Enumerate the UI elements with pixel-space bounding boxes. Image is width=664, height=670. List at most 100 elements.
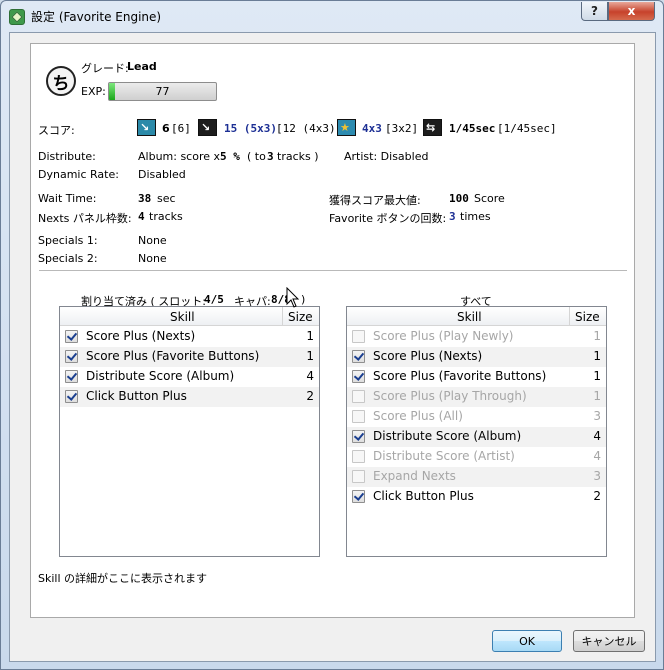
distribute-album-mid: ( to [247,150,266,163]
skill-checkbox [352,450,365,463]
score-favorite-value: 15 (5x3) [224,122,277,135]
dynamic-rate-value: Disabled [138,168,186,181]
skill-size: 1 [593,329,601,343]
skill-checkbox [352,410,365,423]
skill-row[interactable]: Distribute Score (Album) 4 [60,367,319,387]
favorite-count-value: 3 [449,210,456,223]
all-col-size[interactable]: Size [575,310,600,324]
skill-name: Distribute Score (Artist) [373,449,515,463]
skill-name: Score Plus (All) [373,409,463,423]
skill-size: 3 [593,409,601,423]
skill-name: Score Plus (Favorite Buttons) [86,349,260,363]
distribute-album-prefix: Album: score x [138,150,221,163]
distribute-label: Distribute: [38,150,96,163]
skill-row[interactable]: Score Plus (Favorite Buttons) 1 [60,347,319,367]
assigned-caption-suffix: ) [301,293,306,306]
skill-name: Expand Nexts [373,469,456,483]
skill-size: 1 [593,349,601,363]
grade-icon: ち [46,66,76,96]
skill-size: 1 [306,329,314,343]
skill-checkbox[interactable] [352,430,365,443]
skill-size: 1 [306,349,314,363]
assigned-col-skill[interactable]: Skill [170,310,195,324]
all-skill-list[interactable]: Skill Size Score Plus (Play Newly) 1 Score… [346,306,607,557]
favorite-count-label: Favorite ボタンの回数: [329,212,447,225]
skill-row: Score Plus (All) 3 [347,407,606,427]
skill-row: Distribute Score (Artist) 4 [347,447,606,467]
nexts-score-icon: ↘ [137,119,156,136]
grade-value: Lead [127,60,157,73]
skill-row: Score Plus (Play Through) 1 [347,387,606,407]
skill-row[interactable]: Score Plus (Nexts) 1 [60,327,319,347]
close-button[interactable]: x [608,2,655,21]
skill-checkbox[interactable] [352,350,365,363]
skill-row: Score Plus (Play Newly) 1 [347,327,606,347]
skill-name: Score Plus (Favorite Buttons) [373,369,547,383]
skill-name: Score Plus (Play Newly) [373,329,514,343]
skill-row[interactable]: Distribute Score (Album) 4 [347,427,606,447]
skill-row[interactable]: Score Plus (Favorite Buttons) 1 [347,367,606,387]
specials-2-value: None [138,252,167,265]
skill-row[interactable]: Click Button Plus 2 [60,387,319,407]
skill-size: 2 [306,389,314,403]
dynamic-rate-label: Dynamic Rate: [38,168,119,181]
assigned-list-header: Skill Size [60,307,319,326]
max-score-unit: Score [474,192,505,205]
section-divider [39,270,627,271]
wait-time-value: 38 [138,192,152,205]
skill-size: 4 [306,369,314,383]
skill-detail-text: Skill の詳細がここに表示されます [38,572,208,585]
max-score-value: 100 [449,192,469,205]
skill-size: 2 [593,489,601,503]
skill-name: Distribute Score (Album) [86,369,235,383]
favorite-button-score-icon: ↘ [198,119,217,136]
all-col-skill[interactable]: Skill [457,310,482,324]
score-star-extra: [3x2] [385,122,419,135]
skill-name: Score Plus (Nexts) [373,349,483,363]
exp-value: 77 [155,85,170,98]
cancel-button[interactable]: キャンセル [573,630,645,652]
nexts-panel-label: Nexts パネル枠数: [38,212,132,225]
score-label: スコア: [38,124,75,137]
nexts-panel-unit: tracks [149,210,183,223]
window-title: 設定 (Favorite Engine) [31,10,162,24]
app-icon [9,9,25,25]
skill-name: Click Button Plus [86,389,187,403]
specials-2-label: Specials 2: [38,252,98,265]
assigned-col-size[interactable]: Size [288,310,313,324]
skill-checkbox[interactable] [352,370,365,383]
skill-checkbox[interactable] [65,390,78,403]
skill-size: 4 [593,449,601,463]
favorite-count-unit: times [460,210,491,223]
skill-checkbox [352,330,365,343]
skill-row[interactable]: Click Button Plus 2 [347,487,606,507]
time-score-icon: ⇆ [423,119,442,136]
score-nexts-extra: [6] [171,122,191,135]
skill-size: 3 [593,469,601,483]
wait-time-label: Wait Time: [38,192,97,205]
assigned-skill-list[interactable]: Skill Size Score Plus (Nexts) 1 Score Plus… [59,306,320,557]
skill-checkbox[interactable] [65,370,78,383]
skill-checkbox[interactable] [65,350,78,363]
mouse-cursor-icon [286,287,300,308]
settings-window: 設定 (Favorite Engine) ? x ち グレード: Lead EX… [0,0,664,670]
skill-checkbox [352,390,365,403]
help-button[interactable]: ? [581,2,608,21]
title-bar[interactable]: 設定 (Favorite Engine) ? x [1,1,663,31]
skill-row[interactable]: Score Plus (Nexts) 1 [347,347,606,367]
score-favorite-extra: [12 (4x3)] [276,122,343,135]
skill-name: Score Plus (Nexts) [86,329,196,343]
skill-name: Click Button Plus [373,489,474,503]
nexts-panel-value: 4 [138,210,145,223]
skill-size: 1 [593,369,601,383]
skill-checkbox[interactable] [352,490,365,503]
dialog-client: ち グレード: Lead EXP: 77 スコア: ↘ 6 [6] ↘ 15 (… [9,32,656,662]
ok-button[interactable]: OK [492,630,562,652]
score-time-value: 1/45sec [449,122,496,135]
all-list-header: Skill Size [347,307,606,326]
skill-row: Expand Nexts 3 [347,467,606,487]
exp-progress-bar: 77 [108,82,217,101]
skill-checkbox[interactable] [65,330,78,343]
score-time-extra: [1/45sec] [497,122,557,135]
score-nexts-value: 6 [162,122,170,135]
